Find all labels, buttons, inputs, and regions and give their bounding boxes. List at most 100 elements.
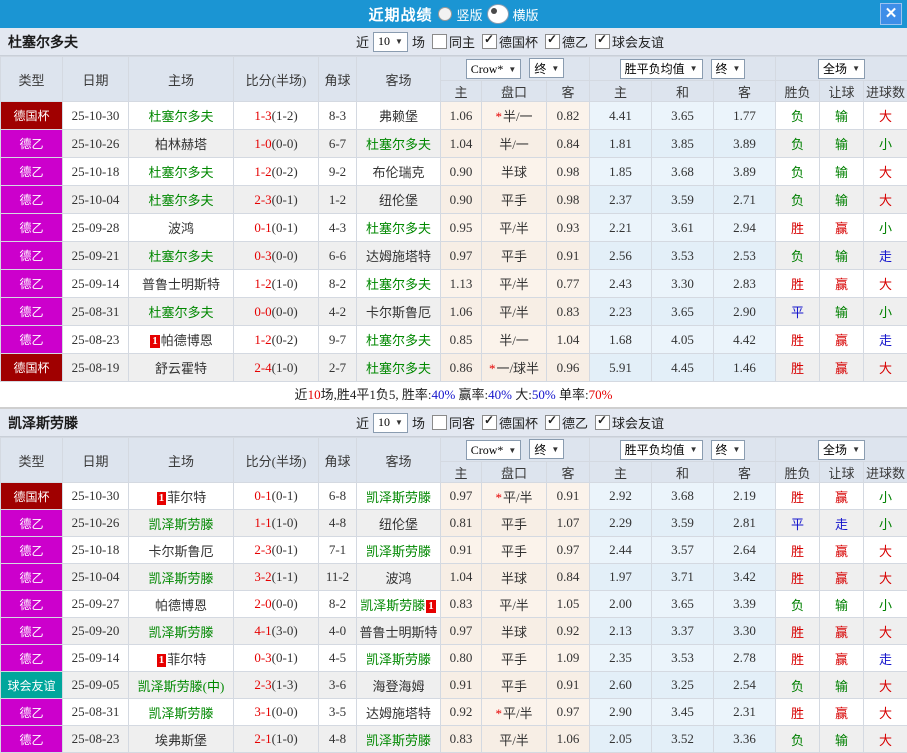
- score-cell: 1-2(0-2): [234, 326, 319, 354]
- avg-draw-cell: 3.65: [652, 298, 714, 326]
- result-wdl-cell: 胜: [776, 483, 820, 510]
- result-wdl-cell: 负: [776, 130, 820, 158]
- final-odds-select[interactable]: 终▼: [529, 439, 564, 459]
- cup-label[interactable]: 德国杯: [499, 413, 538, 432]
- rank-badge: 1: [157, 492, 167, 505]
- odds-away-cell: 0.84: [547, 130, 590, 158]
- result-handicap-cell: 输: [820, 672, 864, 699]
- radio-horizontal-layout[interactable]: [487, 4, 509, 24]
- corner-cell: 6-6: [319, 242, 357, 270]
- avg-away-cell: 2.19: [714, 483, 776, 510]
- avg-draw-cell: 3.61: [652, 214, 714, 242]
- result-handicap-cell: 赢: [820, 537, 864, 564]
- final-odds-select[interactable]: 终▼: [529, 58, 564, 78]
- league2-checkbox[interactable]: [545, 34, 560, 49]
- handicap-line: 半/一: [503, 109, 533, 124]
- avg-home-cell: 2.21: [590, 214, 652, 242]
- odds-home-cell: 0.83: [441, 726, 482, 753]
- avg-select[interactable]: 胜平负均值▼: [620, 440, 703, 460]
- friendly-label[interactable]: 球会友谊: [612, 413, 664, 432]
- odds-away-cell: 0.91: [547, 483, 590, 510]
- home-team-cell: 凯泽斯劳滕: [129, 564, 234, 591]
- fulltime-select[interactable]: 全场▼: [818, 59, 865, 79]
- avg-away-cell: 3.89: [714, 158, 776, 186]
- same-away-checkbox[interactable]: [432, 415, 447, 430]
- league-cell: 球会友谊: [1, 672, 63, 699]
- team-name: 凯泽斯劳滕: [366, 733, 431, 748]
- date-cell: 25-10-04: [63, 186, 129, 214]
- avg-select[interactable]: 胜平负均值▼: [620, 59, 703, 79]
- result-wdl-cell: 胜: [776, 214, 820, 242]
- avg-home-cell: 5.91: [590, 354, 652, 382]
- league2-label[interactable]: 德乙: [562, 32, 588, 51]
- avg-away-cell: 2.83: [714, 270, 776, 298]
- recent-results-table-duesseldorf: 类型 日期 主场 比分(半场) 角球 客场 Crow*▼终▼ 胜平负均值▼终▼ …: [0, 56, 907, 382]
- handicap-line: 平手: [501, 544, 527, 559]
- match-row: 德乙25-10-04凯泽斯劳滕3-2(1-1)11-2波鸿1.04半球0.841…: [1, 564, 907, 591]
- same-home-label[interactable]: 同主: [449, 32, 475, 51]
- odds-home-cell: 0.85: [441, 326, 482, 354]
- score-cell: 0-0(0-0): [234, 298, 319, 326]
- league-cell: 德国杯: [1, 102, 63, 130]
- league-cell: 德国杯: [1, 483, 63, 510]
- bookmaker-select[interactable]: Crow*▼: [466, 59, 522, 79]
- radio-vertical-layout[interactable]: [438, 7, 452, 21]
- col-score: 比分(半场): [234, 438, 319, 483]
- handicap-line: 半/一: [499, 137, 529, 152]
- avg-home-cell: 1.81: [590, 130, 652, 158]
- handicap-line-cell: 平手: [482, 672, 547, 699]
- radio-horizontal-label[interactable]: 横版: [513, 5, 539, 24]
- halftime-score: (1-0): [272, 515, 298, 530]
- final-odds-value: 终: [534, 60, 546, 77]
- star-mark: *: [495, 490, 502, 505]
- odds-home-cell: 1.04: [441, 564, 482, 591]
- final-avg-select[interactable]: 终▼: [711, 59, 746, 79]
- handicap-line-cell: *半/一: [482, 102, 547, 130]
- home-team-cell: 1菲尔特: [129, 483, 234, 510]
- result-wdl-cell: 负: [776, 672, 820, 699]
- handicap-line: 平/半: [503, 706, 533, 721]
- col-wdl: 胜负: [776, 462, 820, 483]
- fulltime-score: 1-2: [254, 332, 271, 347]
- friendly-checkbox[interactable]: [595, 415, 610, 430]
- same-home-checkbox[interactable]: [432, 34, 447, 49]
- match-row: 德乙25-10-04杜塞尔多夫2-3(0-1)1-2纽伦堡0.90平手0.982…: [1, 186, 907, 214]
- friendly-label[interactable]: 球会友谊: [612, 32, 664, 51]
- avg-draw-cell: 4.05: [652, 326, 714, 354]
- avg-away-cell: 1.77: [714, 102, 776, 130]
- match-count-select[interactable]: 10 ▼: [373, 413, 408, 433]
- handicap-line: 平/半: [499, 277, 529, 292]
- close-icon[interactable]: ✕: [880, 3, 902, 25]
- fulltime-group-header: 全场▼: [776, 57, 907, 81]
- away-team-cell: 纽伦堡: [357, 186, 441, 214]
- same-away-label[interactable]: 同客: [449, 413, 475, 432]
- score-cell: 2-3(1-3): [234, 672, 319, 699]
- final-avg-select[interactable]: 终▼: [711, 440, 746, 460]
- friendly-checkbox[interactable]: [595, 34, 610, 49]
- cup-label[interactable]: 德国杯: [499, 32, 538, 51]
- fulltime-score: 4-1: [254, 623, 271, 638]
- fulltime-select[interactable]: 全场▼: [818, 440, 865, 460]
- avg-away-cell: 2.54: [714, 672, 776, 699]
- team-name: 柏林赫塔: [155, 137, 207, 152]
- result-handicap-cell: 输: [820, 130, 864, 158]
- avg-home-cell: 2.56: [590, 242, 652, 270]
- cup-checkbox[interactable]: [482, 34, 497, 49]
- games-label: 场: [412, 32, 425, 51]
- result-goals-cell: 走: [864, 645, 907, 672]
- league2-label[interactable]: 德乙: [562, 413, 588, 432]
- handicap-line: 平手: [501, 652, 527, 667]
- col-type: 类型: [1, 57, 63, 102]
- bookmaker-select[interactable]: Crow*▼: [466, 440, 522, 460]
- col-handicap: 让球: [820, 462, 864, 483]
- radio-vertical-label[interactable]: 竖版: [456, 5, 482, 24]
- league2-checkbox[interactable]: [545, 415, 560, 430]
- match-count-select[interactable]: 10 ▼: [373, 32, 408, 52]
- home-team-cell: 杜塞尔多夫: [129, 242, 234, 270]
- home-team-cell: 1帕德博恩: [129, 326, 234, 354]
- away-team-cell: 达姆施塔特: [357, 699, 441, 726]
- final-avg-value: 终: [716, 60, 728, 77]
- cup-checkbox[interactable]: [482, 415, 497, 430]
- team-name: 卡尔斯鲁厄: [148, 544, 213, 559]
- team-name: 杜塞尔多夫: [366, 221, 431, 236]
